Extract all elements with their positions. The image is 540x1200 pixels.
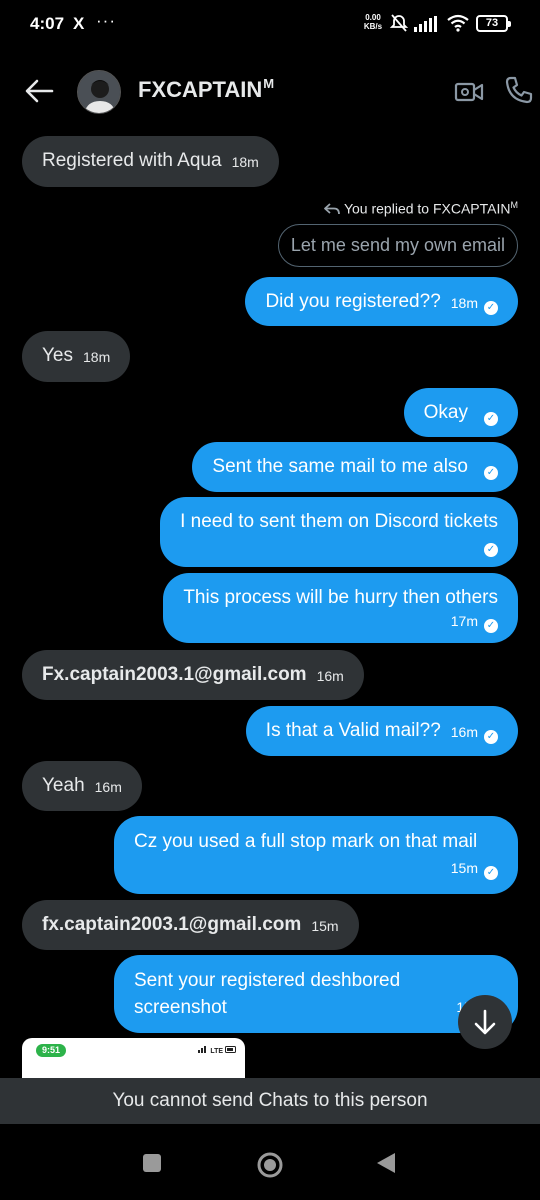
message-text: Okay: [423, 402, 468, 423]
video-camera-icon[interactable]: [453, 76, 485, 108]
message-outgoing[interactable]: This process will be hurry then others 1…: [163, 573, 518, 643]
checkmark-icon: ✓: [484, 466, 498, 480]
mute-icon: [389, 14, 409, 32]
contact-name-text: FXCAPTAIN: [138, 77, 263, 102]
battery-icon: [225, 1046, 236, 1053]
network-speed: 0.00 KB/s: [361, 13, 385, 31]
message-time: 18m ✓: [451, 290, 498, 317]
message-incoming[interactable]: fx.captain2003.1@gmail.com 15m: [22, 900, 359, 950]
checkmark-icon: ✓: [484, 412, 498, 426]
message-outgoing[interactable]: Sent the same mail to me also ✓: [192, 442, 518, 492]
message-outgoing[interactable]: Cz you used a full stop mark on that mai…: [114, 816, 518, 894]
back-arrow-icon[interactable]: [22, 76, 56, 106]
home-icon[interactable]: [256, 1151, 284, 1179]
network-speed-value: 0.00: [365, 13, 381, 22]
phone-icon[interactable]: [503, 74, 535, 106]
quoted-message[interactable]: Let me send my own email: [277, 224, 518, 267]
x-app-icon: X: [73, 14, 85, 33]
message-time: 16m: [94, 779, 122, 795]
message-time-text: 16m: [450, 724, 478, 740]
message-text: fx.captain2003.1@gmail.com: [42, 914, 302, 935]
scroll-to-bottom-button[interactable]: [458, 995, 512, 1049]
message-text: Yeah: [42, 775, 85, 796]
message-time: 15m ✓: [451, 855, 498, 882]
message-time: ✓: [478, 455, 498, 482]
arrow-down-icon: [474, 1009, 496, 1035]
checkmark-icon: ✓: [484, 866, 498, 880]
status-bar: 4:07 X ··· 0.00 KB/s 73: [0, 0, 540, 48]
message-text: Is that a Valid mail??: [265, 720, 441, 741]
message-text: Registered with Aqua: [42, 150, 222, 171]
message-text: I need to sent them on Discord tickets: [180, 511, 498, 532]
network-speed-unit: KB/s: [363, 22, 383, 31]
message-time: 17m ✓: [183, 613, 498, 633]
checkmark-icon: ✓: [484, 619, 498, 633]
message-time: 16m ✓: [451, 719, 498, 746]
message-text: Did you registered??: [265, 291, 441, 312]
avatar-image: [78, 71, 120, 113]
message-time: 18m: [83, 349, 111, 365]
reply-note-text: You replied to FXCAPTAIN: [343, 200, 511, 217]
checkmark-icon: ✓: [484, 730, 498, 744]
message-time-text: 18m: [450, 295, 478, 311]
recent-apps-icon[interactable]: [142, 1153, 162, 1173]
message-time: ✓: [478, 401, 498, 428]
checkmark-icon: ✓: [484, 301, 498, 315]
chat-header: FXCAPTAINM: [0, 48, 540, 136]
message-text: Sent your registered deshbored screensho…: [134, 970, 401, 1018]
message-time: 18m: [231, 154, 259, 170]
message-time-text: 15m: [450, 860, 478, 876]
thumbnail-network: LTE: [210, 1048, 224, 1055]
reply-arrow-icon: [324, 202, 340, 214]
contact-name[interactable]: FXCAPTAINM: [138, 76, 274, 103]
signal-icon: [414, 16, 437, 32]
thumbnail-time: 9:51: [36, 1044, 66, 1057]
reply-indicator: You replied to FXCAPTAINM: [324, 200, 518, 217]
reply-note-badge: M: [510, 200, 519, 210]
back-icon[interactable]: [374, 1151, 398, 1175]
wifi-icon: [447, 14, 469, 32]
message-text: Cz you used a full stop mark on that mai…: [134, 831, 478, 852]
message-outgoing[interactable]: Did you registered?? 18m ✓: [245, 277, 518, 326]
message-outgoing[interactable]: Is that a Valid mail?? 16m ✓: [245, 706, 518, 756]
contact-name-badge: M: [263, 76, 275, 91]
message-text: Yes: [42, 345, 73, 366]
message-outgoing[interactable]: Okay ✓: [403, 388, 518, 437]
cannot-send-banner: You cannot send Chats to this person: [0, 1078, 540, 1124]
message-text: Fx.captain2003.1@gmail.com: [42, 664, 307, 685]
message-incoming[interactable]: Yes 18m: [22, 331, 131, 382]
thumbnail-status: LTE: [198, 1046, 237, 1055]
message-outgoing[interactable]: I need to sent them on Discord tickets ✓: [160, 497, 518, 567]
status-time: 4:07: [30, 14, 65, 33]
message-incoming[interactable]: Fx.captain2003.1@gmail.com 16m: [22, 650, 364, 700]
more-notifications-icon: ···: [96, 11, 116, 30]
avatar[interactable]: [77, 70, 121, 114]
message-time-text: 17m: [450, 613, 478, 629]
signal-icon: [198, 1046, 207, 1053]
message-text: Sent the same mail to me also: [212, 456, 468, 477]
battery-icon: 73: [476, 15, 511, 32]
message-time: 16m: [316, 668, 344, 684]
checkmark-icon: ✓: [484, 543, 498, 557]
system-navigation-bar: [0, 1124, 540, 1200]
message-incoming[interactable]: Registered with Aqua 18m: [22, 136, 279, 187]
message-time: 15m: [311, 918, 339, 934]
message-incoming[interactable]: Yeah 16m: [22, 761, 142, 811]
message-time: ✓: [180, 537, 498, 557]
message-text: This process will be hurry then others: [183, 587, 498, 608]
